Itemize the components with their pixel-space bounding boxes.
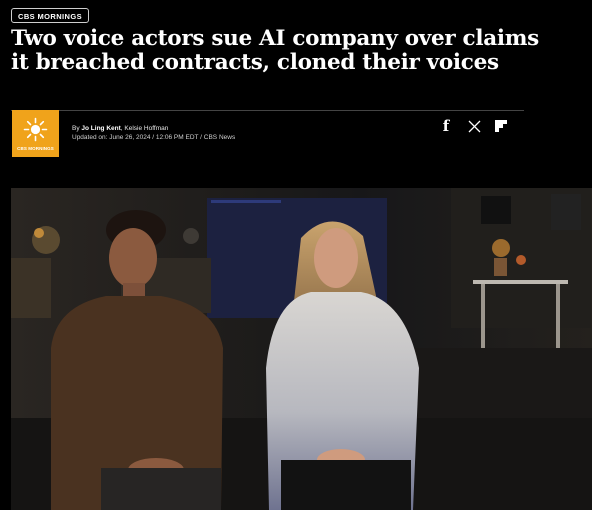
section-badge[interactable]: CBS MORNINGS — [11, 8, 89, 23]
updated-timestamp: Updated on: June 26, 2024 / 12:06 PM EDT… — [72, 133, 235, 143]
show-logo[interactable]: CBS MORNINGS — [12, 110, 59, 157]
updated-value: June 26, 2024 / 12:06 PM EDT / CBS News — [109, 134, 236, 141]
updated-label: Updated on: — [72, 134, 108, 141]
header-divider — [11, 110, 524, 111]
x-share-button[interactable] — [466, 118, 482, 134]
hero-photo-illustration — [11, 188, 592, 510]
flipboard-share-button[interactable] — [493, 118, 509, 134]
author-link[interactable]: Jo Ling Kent — [81, 125, 120, 132]
logo-text: CBS MORNINGS — [17, 146, 54, 151]
sun-icon — [23, 117, 48, 142]
author-link[interactable]: Kelsie Hoffman — [124, 125, 168, 132]
byline-prefix: By — [72, 125, 80, 132]
x-icon — [468, 120, 480, 132]
hero-image[interactable] — [11, 188, 592, 510]
facebook-share-button[interactable]: f — [440, 117, 452, 135]
article-headline: Two voice actors sue AI company over cla… — [11, 26, 539, 75]
flipboard-icon — [495, 120, 507, 132]
facebook-icon: f — [442, 117, 450, 135]
